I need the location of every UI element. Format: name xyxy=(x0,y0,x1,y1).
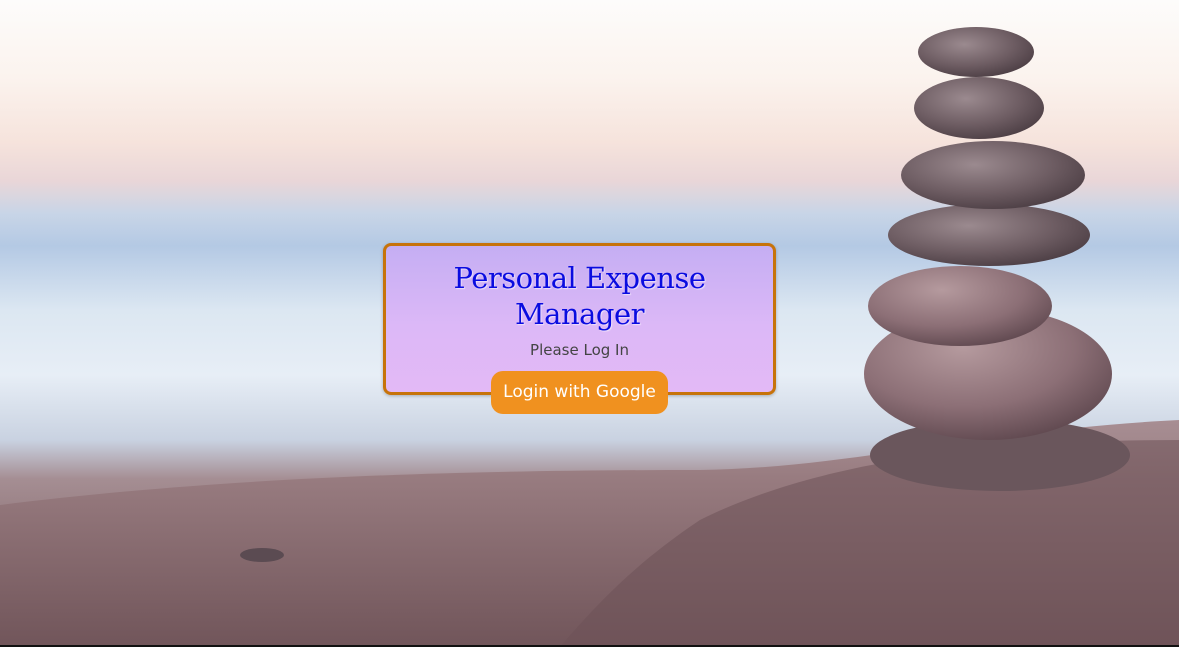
background-scene: Personal Expense Manager Please Log In L… xyxy=(0,0,1179,647)
app-title: Personal Expense Manager xyxy=(453,261,706,331)
login-with-google-button[interactable]: Login with Google xyxy=(491,371,668,414)
login-card: Personal Expense Manager Please Log In L… xyxy=(383,243,776,414)
login-prompt: Please Log In xyxy=(530,341,629,359)
